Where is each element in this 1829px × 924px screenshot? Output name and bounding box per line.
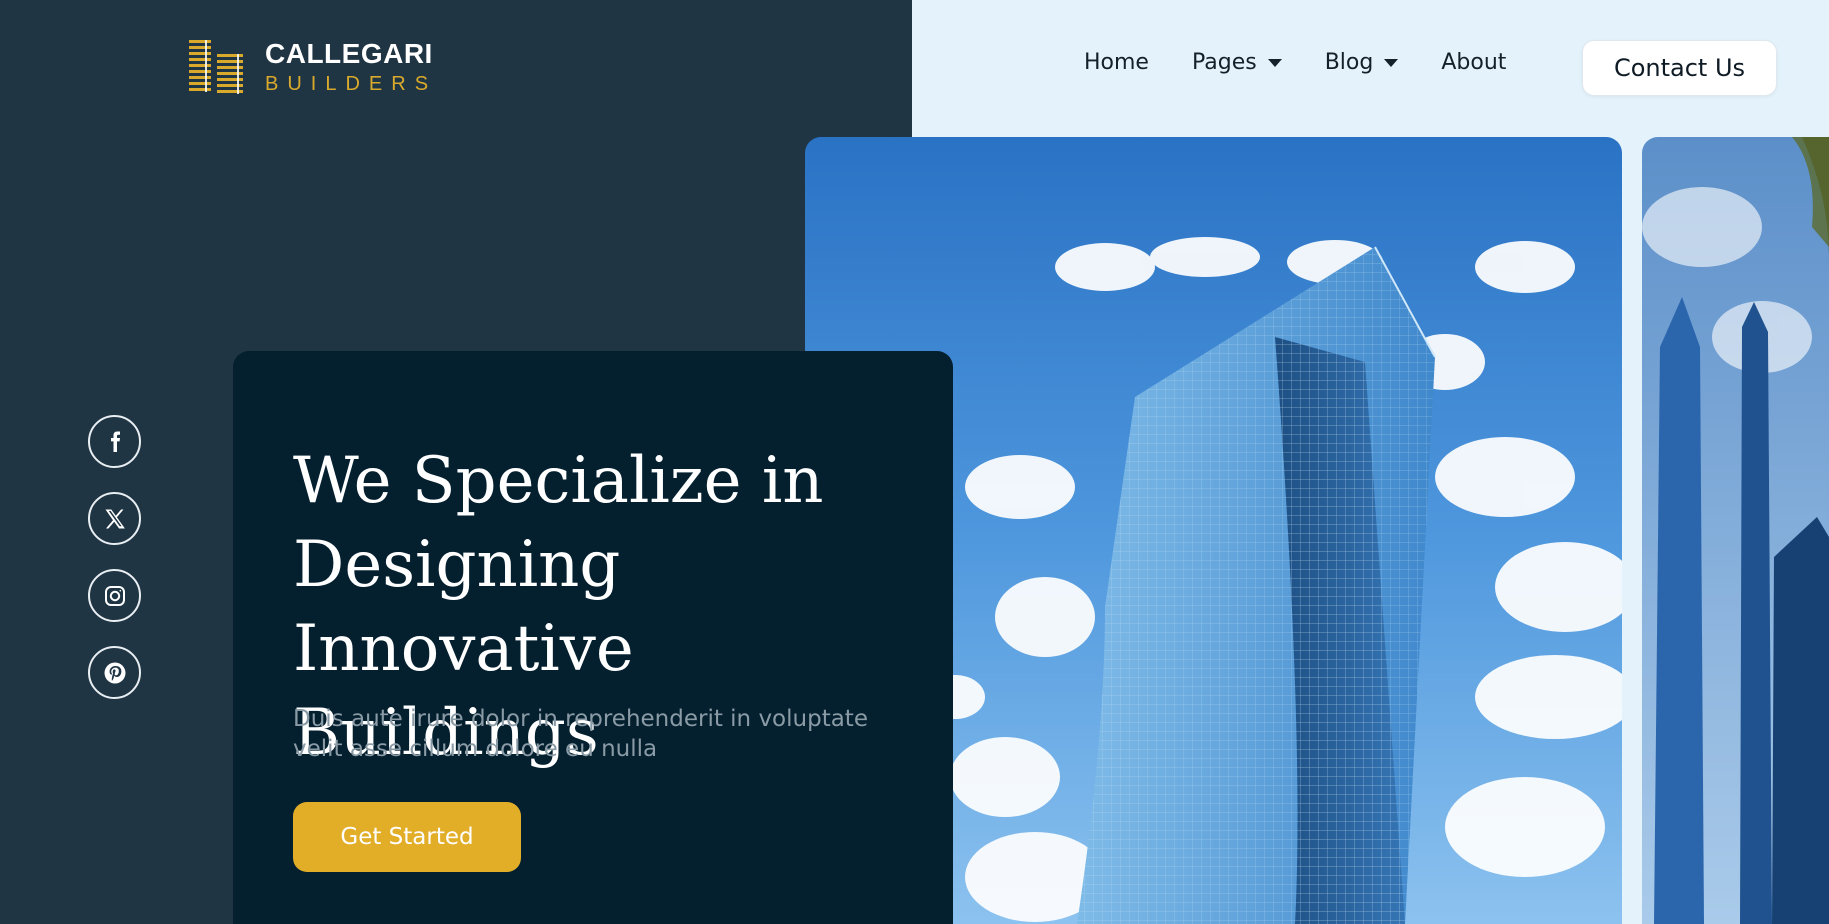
nav-item-label: Blog (1324, 50, 1374, 75)
nav-item-label: Pages (1191, 50, 1257, 75)
nav-item-label: About (1441, 50, 1507, 75)
nav-item-home[interactable]: Home (1084, 50, 1149, 75)
contact-us-button[interactable]: Contact Us (1582, 40, 1777, 96)
instagram-icon (104, 585, 125, 606)
nav-item-about[interactable]: About (1441, 50, 1506, 75)
facebook-icon (110, 431, 120, 452)
buildings-logo-icon (189, 40, 243, 94)
nav-item-label: Home (1084, 50, 1149, 75)
caret-down-icon (1267, 58, 1282, 67)
pinterest-link[interactable] (88, 646, 141, 699)
brand-tagline: BUILDERS (265, 73, 438, 95)
instagram-link[interactable] (88, 569, 141, 622)
main-nav: Home Pages Blog About (1084, 50, 1549, 75)
hero-title-line: We Specialize in (293, 444, 824, 518)
hero-title-line: Designing Innovative (293, 528, 634, 686)
hero-subtitle: Duis aute irure dolor in reprehenderit i… (293, 706, 868, 762)
brand-name: CALLEGARI (265, 38, 433, 69)
nav-item-blog[interactable]: Blog (1325, 50, 1399, 75)
brand-logo[interactable]: CALLEGARI BUILDERS (187, 36, 437, 98)
pinterest-icon (104, 662, 125, 683)
hero-card: We Specialize in Designing Innovative Bu… (233, 351, 953, 924)
social-links (88, 415, 141, 723)
caret-down-icon (1384, 58, 1399, 67)
facebook-link[interactable] (88, 415, 141, 468)
secondary-building-image (1642, 137, 1829, 924)
x-twitter-icon (105, 509, 125, 528)
nav-item-pages[interactable]: Pages (1192, 50, 1282, 75)
x-twitter-link[interactable] (88, 492, 141, 545)
get-started-button[interactable]: Get Started (293, 802, 521, 872)
